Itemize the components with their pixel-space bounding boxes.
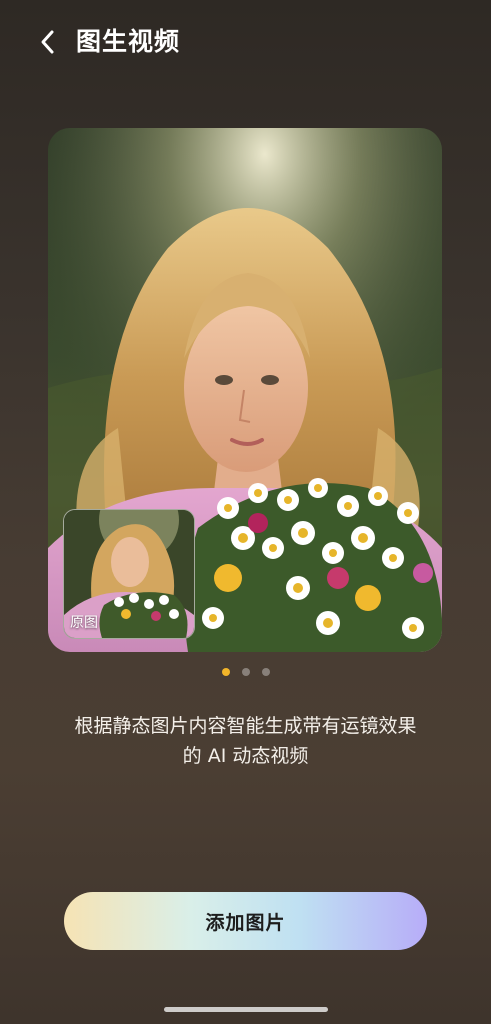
top-bar: 图生视频 — [0, 0, 491, 86]
home-indicator[interactable] — [164, 1007, 328, 1012]
carousel-dot-1[interactable] — [221, 668, 230, 676]
original-image-label: 原图 — [70, 615, 98, 631]
page-title: 图生视频 — [76, 27, 181, 56]
carousel-indicator — [0, 668, 491, 676]
back-button[interactable] — [30, 24, 66, 60]
original-image-thumbnail[interactable]: 原图 — [63, 509, 195, 639]
add-image-button[interactable]: 添加图片 — [64, 892, 427, 950]
description-line-2: 的 AI 动态视频 — [182, 745, 309, 767]
description-line-1: 根据静态图片内容智能生成带有运镜效果 — [74, 715, 417, 737]
chevron-left-icon — [41, 30, 54, 54]
carousel-dot-3[interactable] — [261, 668, 270, 676]
add-image-button-label: 添加图片 — [205, 911, 286, 934]
flower-bouquet — [184, 478, 442, 652]
feature-description: 根据静态图片内容智能生成带有运镜效果 的 AI 动态视频 — [30, 711, 461, 771]
carousel-dot-2[interactable] — [241, 668, 250, 676]
